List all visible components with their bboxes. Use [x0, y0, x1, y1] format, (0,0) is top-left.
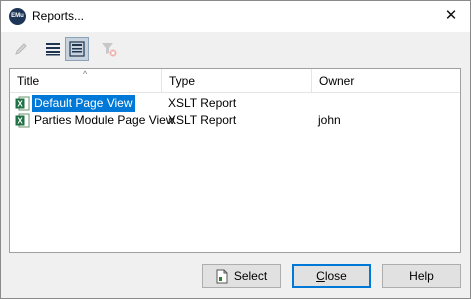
- reports-list[interactable]: ^ Title Type Owner X Default Page View X…: [9, 68, 461, 253]
- column-label: Type: [169, 74, 196, 88]
- column-header-title[interactable]: ^ Title: [10, 69, 162, 92]
- select-button-label: Select: [233, 269, 268, 283]
- column-header-owner[interactable]: Owner: [312, 69, 460, 92]
- close-button-label: lose: [324, 269, 347, 283]
- svg-text:X: X: [17, 100, 23, 109]
- clear-filter-icon: [102, 43, 117, 57]
- emu-app-icon: EMu: [9, 8, 26, 25]
- sort-ascending-icon: ^: [83, 69, 88, 79]
- dialog-title: Reports...: [32, 9, 85, 23]
- report-type: XSLT Report: [168, 113, 237, 127]
- xslt-report-icon: X: [15, 113, 30, 128]
- xslt-report-icon: X: [15, 96, 30, 111]
- report-title: Parties Module Page View: [34, 113, 175, 127]
- table-row[interactable]: X Parties Module Page View XSLT Report j…: [10, 112, 460, 129]
- list-view-icon: [46, 43, 60, 56]
- close-icon[interactable]: ✕: [440, 6, 462, 26]
- toolbar: [1, 37, 470, 63]
- report-title: Default Page View: [32, 95, 135, 112]
- report-type: XSLT Report: [168, 96, 237, 110]
- column-label: Title: [17, 74, 40, 88]
- table-row[interactable]: X Default Page View XSLT Report: [10, 95, 460, 112]
- help-button[interactable]: Help: [382, 264, 461, 288]
- edit-pencil-icon: [15, 43, 27, 55]
- details-view-button[interactable]: [65, 37, 89, 61]
- report-page-icon: [216, 269, 228, 284]
- help-button-label: Help: [409, 269, 434, 283]
- title-bar: EMu Reports... ✕: [1, 1, 470, 32]
- svg-text:X: X: [17, 117, 23, 126]
- list-view-button[interactable]: [41, 37, 65, 61]
- column-header-type[interactable]: Type: [162, 69, 312, 92]
- details-view-icon: [69, 41, 85, 57]
- clear-filter-button[interactable]: [97, 37, 121, 61]
- reports-dialog: EMu Reports... ✕ ^ Title Type Owner X De…: [0, 0, 471, 299]
- edit-button[interactable]: [9, 37, 33, 61]
- column-label: Owner: [319, 74, 355, 88]
- report-owner: john: [318, 113, 341, 127]
- close-button[interactable]: Close: [292, 264, 371, 288]
- close-mnemonic: C: [316, 269, 325, 283]
- select-button[interactable]: Select: [202, 264, 281, 288]
- list-header: ^ Title Type Owner: [10, 69, 460, 93]
